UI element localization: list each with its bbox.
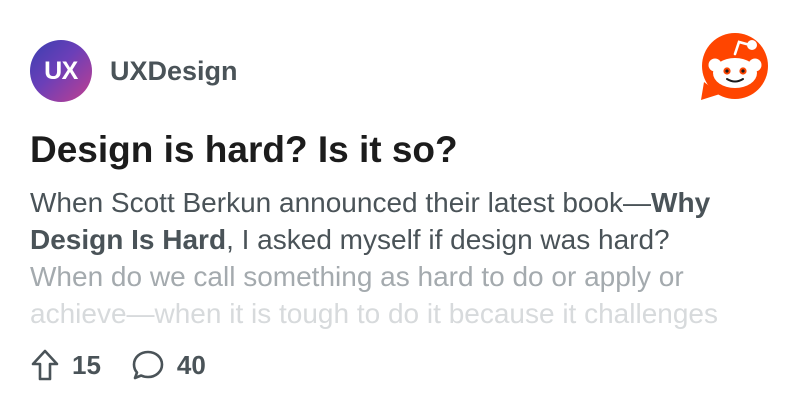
body-line: When do we call something as hard to do … (30, 261, 684, 292)
body-line: When Scott Berkun announced their latest… (30, 184, 775, 221)
body-line: Design Is Hard, I asked myself if design… (30, 221, 775, 258)
community-avatar[interactable]: UX (30, 40, 92, 102)
book-title-part: Design Is Hard (30, 224, 227, 255)
avatar-text: UX (44, 56, 78, 85)
body-text-segment: When Scott Berkun announced their latest… (30, 187, 652, 218)
post-header: UX UXDesign (30, 40, 238, 102)
upvote-count: 15 (72, 349, 101, 380)
body-text-segment: , I asked myself if design was hard? (226, 224, 670, 255)
reddit-snoo-icon (701, 33, 768, 100)
post-footer: 15 40 (30, 345, 206, 385)
post-card[interactable]: UX UXDesign Design is hard? Is it so? Wh… (0, 0, 800, 419)
post-title[interactable]: Design is hard? Is it so? (30, 126, 458, 174)
community-name[interactable]: UXDesign (110, 56, 238, 87)
body-line-faded: achieve—when it is tough to do it becaus… (30, 298, 718, 329)
comment-bubble-icon (132, 350, 164, 380)
comment-count: 40 (176, 349, 206, 380)
book-title-part: Why (651, 187, 711, 218)
upvote-button[interactable]: 15 (30, 348, 101, 382)
comments-button[interactable]: 40 (131, 348, 206, 382)
post-body[interactable]: When Scott Berkun announced their latest… (30, 184, 775, 332)
upvote-arrow-icon (31, 349, 59, 381)
